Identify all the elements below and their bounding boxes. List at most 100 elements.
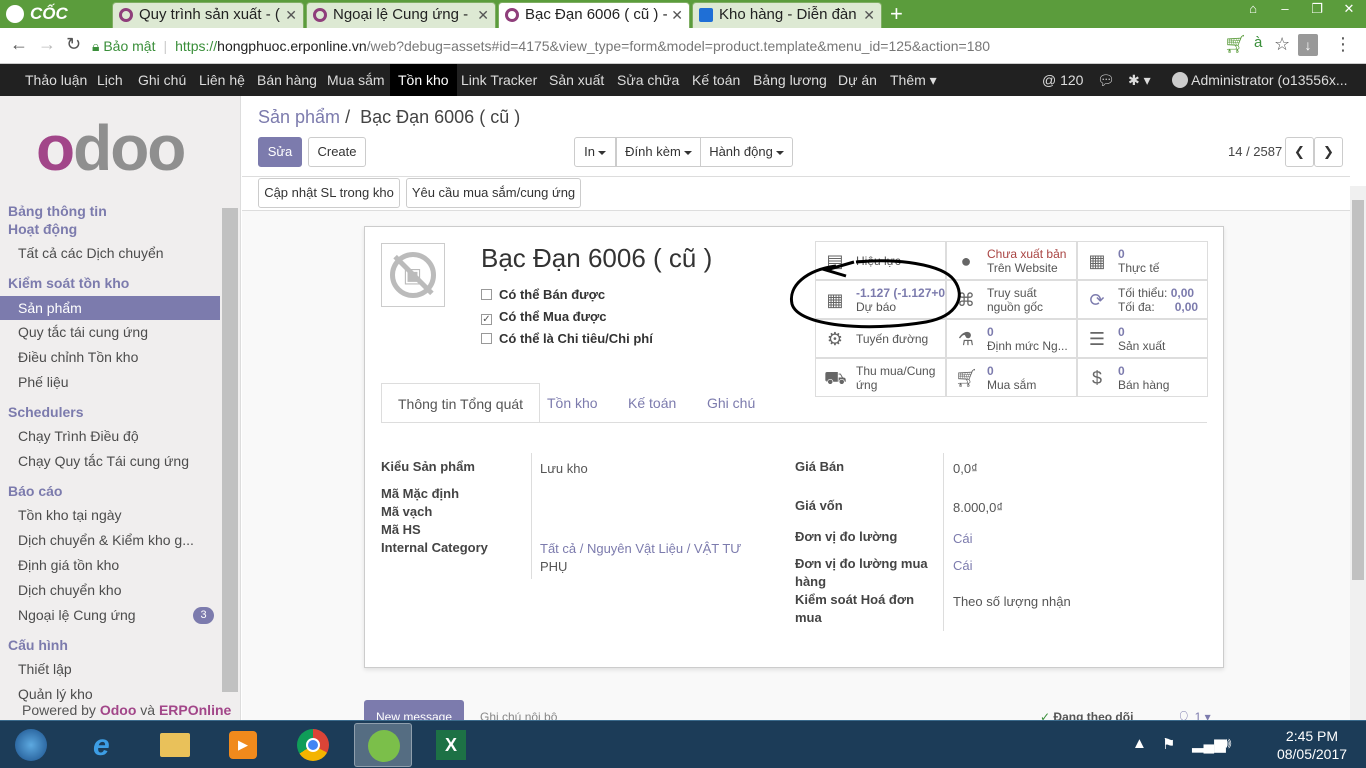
- sidebar-item-products[interactable]: Sản phẩm: [0, 296, 220, 320]
- stat-manufacturing[interactable]: ☰ 0 Sản xuất: [1077, 319, 1208, 358]
- menu-ton-kho[interactable]: Tồn kho: [390, 64, 457, 96]
- menu-ke-toan[interactable]: Kế toán: [692, 64, 740, 96]
- taskbar-clock[interactable]: 2:45 PM 08/05/2017: [1262, 727, 1362, 763]
- sidebar-item-reorder-rules[interactable]: Quy tắc tái cung ứng: [18, 324, 148, 340]
- stat-on-hand[interactable]: ▦ 0 Thực tế: [1077, 241, 1208, 280]
- chat-icon[interactable]: 💬︎: [1097, 64, 1115, 96]
- print-dropdown[interactable]: In: [574, 137, 616, 167]
- menu-san-xuat[interactable]: Sản xuất: [549, 64, 604, 96]
- reload-icon[interactable]: ↻: [66, 34, 81, 55]
- field-product-type[interactable]: Lưu kho: [540, 461, 588, 476]
- close-tab-icon[interactable]: ✕: [285, 3, 297, 27]
- close-tab-icon[interactable]: ✕: [477, 3, 489, 27]
- stat-min-max[interactable]: ⟳ Tối thiểu: 0,00 Tối đa: 0,00: [1077, 280, 1208, 319]
- field-cost[interactable]: 8.000,0₫: [953, 500, 1003, 515]
- product-name[interactable]: Bạc Đạn 6006 ( cũ ): [481, 243, 712, 274]
- sidebar-item-run-scheduler[interactable]: Chạy Trình Điều độ: [18, 428, 139, 444]
- sidebar-item-stock-at-date[interactable]: Tồn kho tại ngày: [18, 507, 122, 523]
- taskbar-ie[interactable]: e: [78, 723, 136, 767]
- network-icon[interactable]: ▂▄▆: [1192, 735, 1226, 753]
- back-icon[interactable]: ←: [10, 34, 28, 55]
- field-sale-price[interactable]: 0,0₫: [953, 461, 978, 476]
- browser-tab-quy-trinh[interactable]: Quy trình sản xuất - (✕: [112, 2, 304, 28]
- browser-menu-icon[interactable]: ⋮: [1334, 34, 1352, 55]
- close-window-icon[interactable]: ✕: [1334, 0, 1364, 20]
- menu-du-an[interactable]: Dự án: [838, 64, 877, 96]
- account-icon[interactable]: ⌂: [1238, 0, 1268, 20]
- checkbox-box[interactable]: [481, 333, 492, 344]
- sidebar-item-run-reorder[interactable]: Chạy Quy tắc Tái cung ứng: [18, 453, 189, 469]
- edit-button[interactable]: Sửa: [258, 137, 302, 167]
- menu-thao-luan[interactable]: Thảo luận: [25, 64, 87, 96]
- browser-brand[interactable]: CỐC CỐC: [0, 0, 110, 51]
- powered-odoo-link[interactable]: Odoo: [100, 702, 137, 718]
- debug-bug-icon[interactable]: ✱ ▾: [1128, 64, 1151, 96]
- url-field[interactable]: 🔒︎ Bảo mật | https://hongphuoc.erponline.v…: [92, 33, 1242, 59]
- sidebar-item-stock-moves[interactable]: Dịch chuyển kho: [18, 582, 122, 598]
- browser-tab-bac-dan[interactable]: Bạc Đạn 6006 ( cũ ) - ✕: [498, 2, 690, 28]
- next-record-button[interactable]: ❯: [1314, 137, 1343, 167]
- start-button[interactable]: [4, 723, 58, 767]
- menu-bang-luong[interactable]: Bảng lương: [753, 64, 827, 96]
- product-image-placeholder[interactable]: ▣: [381, 243, 445, 307]
- sidebar-heading-reports[interactable]: Báo cáo: [8, 483, 62, 499]
- forward-icon[interactable]: →: [38, 34, 56, 55]
- taskbar-chrome[interactable]: [284, 723, 342, 767]
- sidebar-heading-schedulers[interactable]: Schedulers: [8, 404, 83, 420]
- new-tab-icon[interactable]: +: [890, 2, 903, 26]
- menu-them[interactable]: Thêm ▾: [890, 64, 937, 96]
- minimize-icon[interactable]: –: [1270, 0, 1300, 20]
- show-hidden-icons-icon[interactable]: ▲: [1132, 735, 1147, 752]
- action-center-flag-icon[interactable]: ⚑: [1162, 735, 1175, 753]
- menu-sua-chua[interactable]: Sửa chữa: [617, 64, 679, 96]
- field-internal-category[interactable]: Tất cả / Nguyên Vật Liệu / VẬT TƯ: [540, 541, 741, 556]
- taskbar-coccoc[interactable]: [354, 723, 412, 767]
- sidebar-item-scrap[interactable]: Phế liệu: [18, 374, 69, 390]
- messages-indicator[interactable]: @ 120: [1042, 64, 1083, 96]
- sidebar-item-all-moves[interactable]: Tất cả các Dịch chuyển: [18, 245, 164, 261]
- download-icon[interactable]: ↓: [1298, 34, 1318, 56]
- action-dropdown[interactable]: Hành động: [700, 137, 793, 167]
- sidebar-scrollbar[interactable]: [222, 208, 238, 692]
- sidebar-heading-inventory-control[interactable]: Kiểm soát tồn kho: [8, 275, 129, 291]
- sidebar-item-stock-valuation[interactable]: Định giá tồn kho: [18, 557, 119, 573]
- menu-mua-sam[interactable]: Mua sắm: [327, 64, 385, 96]
- sidebar-heading-activities[interactable]: Hoạt động: [8, 221, 77, 237]
- attachment-dropdown[interactable]: Đính kèm: [616, 137, 701, 167]
- can-be-expensed-checkbox[interactable]: Có thể là Chi tiêu/Chi phí: [481, 331, 653, 346]
- close-tab-icon[interactable]: ✕: [863, 3, 875, 27]
- odoo-logo[interactable]: odoo: [36, 116, 186, 180]
- sidebar-item-inventory-adjustment[interactable]: Điều chỉnh Tồn kho: [18, 349, 138, 365]
- tab-accounting[interactable]: Kế toán: [628, 383, 676, 423]
- create-button[interactable]: Create: [308, 137, 366, 167]
- sidebar-heading-dashboard[interactable]: Bảng thông tin: [8, 203, 107, 219]
- stat-sales[interactable]: $0 Bán hàng: [1077, 358, 1208, 397]
- menu-ban-hang[interactable]: Bán hàng: [257, 64, 317, 96]
- can-be-sold-checkbox[interactable]: Có thể Bán được: [481, 287, 605, 302]
- sidebar-item-moves-analysis[interactable]: Dịch chuyển & Kiểm kho g...: [18, 532, 194, 548]
- bookmark-star-icon[interactable]: ☆: [1274, 34, 1290, 55]
- sidebar-item-procurement-exceptions[interactable]: Ngoại lệ Cung ứng: [18, 607, 136, 623]
- checkbox-box[interactable]: [481, 289, 492, 300]
- sidebar-heading-configuration[interactable]: Cấu hình: [8, 637, 68, 653]
- checkbox-box-checked[interactable]: ✓: [481, 314, 492, 325]
- stat-purchases[interactable]: 🛒︎ 0 Mua sắm: [946, 358, 1077, 397]
- previous-record-button[interactable]: ❮: [1285, 137, 1314, 167]
- field-uom[interactable]: Cái: [953, 531, 973, 546]
- taskbar-explorer[interactable]: [146, 723, 204, 767]
- maximize-icon[interactable]: ❐: [1302, 0, 1332, 20]
- close-tab-icon[interactable]: ✕: [671, 3, 683, 27]
- taskbar-media-player[interactable]: ▶: [214, 723, 272, 767]
- menu-link-tracker[interactable]: Link Tracker: [461, 64, 537, 96]
- menu-lien-he[interactable]: Liên hệ: [199, 64, 245, 96]
- tab-notes[interactable]: Ghi chú: [707, 383, 755, 423]
- translate-icon[interactable]: à: [1254, 34, 1262, 51]
- taskbar-excel[interactable]: X: [422, 723, 480, 767]
- tab-general-info[interactable]: Thông tin Tổng quát: [381, 383, 541, 423]
- stat-procurement[interactable]: ⛟ Thu mua/Cung ứng: [815, 358, 946, 397]
- procurement-request-button[interactable]: Yêu cầu mua sắm/cung ứng: [406, 178, 581, 208]
- field-purchase-uom[interactable]: Cái: [953, 558, 973, 573]
- browser-tab-ngoai-le[interactable]: Ngoại lệ Cung ứng - ✕: [306, 2, 496, 28]
- breadcrumb-parent-link[interactable]: Sản phẩm: [258, 107, 340, 127]
- main-scrollbar[interactable]: [1350, 186, 1366, 720]
